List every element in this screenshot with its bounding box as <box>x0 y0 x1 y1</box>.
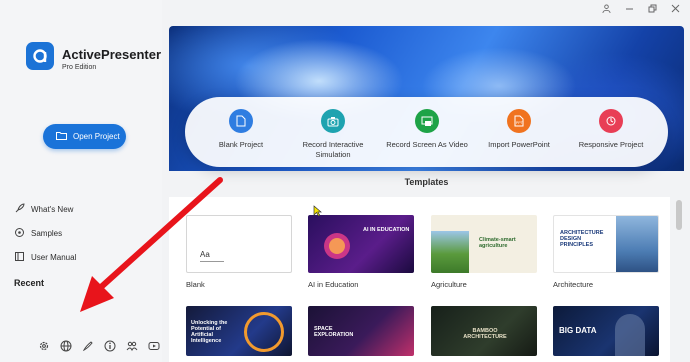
skyline-photo <box>616 216 658 272</box>
sidebar-item-samples[interactable]: Samples <box>14 227 62 240</box>
sidebar-item-user-manual[interactable]: User Manual <box>14 251 76 264</box>
screen-record-icon <box>415 109 439 133</box>
action-label: Record Screen As Video <box>386 140 468 149</box>
thumb-text: Aa <box>200 250 210 259</box>
open-project-label: Open Project <box>73 132 120 141</box>
blank-project-button[interactable]: Blank Project <box>195 109 287 150</box>
template-card-agriculture[interactable]: Climate-smart agriculture <box>431 215 537 273</box>
template-card-architecture[interactable]: ARCHITECTURE DESIGN PRINCIPLES <box>553 215 659 273</box>
template-label: AI in Education <box>308 280 359 289</box>
responsive-icon <box>599 109 623 133</box>
open-project-button[interactable]: Open Project <box>43 124 126 149</box>
action-label: Import PowerPoint <box>488 140 550 149</box>
account-icon[interactable] <box>601 3 611 13</box>
samples-icon <box>14 227 25 240</box>
folder-icon <box>56 131 67 142</box>
app-edition: Pro Edition <box>62 64 97 71</box>
sidebar: ActivePresenter Pro Edition Open Project… <box>0 0 162 362</box>
thumb-text: BAMBOO ARCHITECTURE <box>463 328 507 340</box>
thumb-text: ARCHITECTURE DESIGN PRINCIPLES <box>560 230 604 248</box>
action-label: Responsive Project <box>578 140 644 149</box>
quick-actions-panel: Blank Project Record Interactive Simulat… <box>185 97 668 167</box>
globe-icon[interactable] <box>59 339 72 352</box>
orange-ring <box>244 312 284 352</box>
action-label: Record Interactive Simulation <box>302 140 364 159</box>
sidebar-item-label: What's New <box>31 205 74 214</box>
template-card-blank[interactable]: Aa <box>186 215 292 273</box>
responsive-project-button[interactable]: Responsive Project <box>565 109 657 150</box>
close-icon[interactable] <box>670 3 680 13</box>
window-controls <box>601 3 680 13</box>
thumb-line <box>200 261 224 262</box>
sidebar-item-label: User Manual <box>31 253 77 262</box>
record-video-button[interactable]: Record Screen As Video <box>381 109 473 150</box>
template-label: Blank <box>186 280 205 289</box>
camera-icon <box>321 109 345 133</box>
import-powerpoint-button[interactable]: PPT Import PowerPoint <box>473 109 565 150</box>
templates-scrollbar[interactable] <box>676 200 682 230</box>
thumb-text: SPACE EXPLORATION <box>314 326 354 338</box>
record-simulation-button[interactable]: Record Interactive Simulation <box>287 109 379 160</box>
svg-text:PPT: PPT <box>516 121 524 125</box>
gear-icon[interactable] <box>37 339 50 352</box>
youtube-icon[interactable] <box>147 339 160 352</box>
template-card-ai-potential[interactable]: Unlocking the Potential of Artificial In… <box>186 306 292 356</box>
thumb-text: BIG DATA <box>559 326 597 335</box>
blank-document-icon <box>229 109 253 133</box>
footer-icon-bar <box>37 339 160 352</box>
template-label: Agriculture <box>431 280 467 289</box>
template-card-big-data[interactable]: BIG DATA <box>553 306 659 356</box>
app-logo <box>26 42 54 70</box>
templates-heading: Templates <box>404 177 449 187</box>
recent-heading: Recent <box>14 278 45 288</box>
thumb-text: Unlocking the Potential of Artificial In… <box>191 320 228 344</box>
theme-icon[interactable] <box>81 339 94 352</box>
thumb-text: AI IN EDUCATION <box>363 227 410 233</box>
sidebar-item-whats-new[interactable]: What's New <box>14 203 73 216</box>
template-label: Architecture <box>553 280 594 289</box>
sidebar-item-label: Samples <box>31 229 63 238</box>
farm-photo <box>431 231 469 273</box>
restore-icon[interactable] <box>647 3 657 13</box>
book-icon <box>14 251 25 264</box>
template-card-ai-education[interactable]: AI IN EDUCATION <box>308 215 414 273</box>
template-card-space-exploration[interactable]: SPACE EXPLORATION <box>308 306 414 356</box>
template-card-bamboo-architecture[interactable]: BAMBOO ARCHITECTURE <box>431 306 537 356</box>
minimize-icon[interactable] <box>624 3 634 13</box>
community-icon[interactable] <box>125 339 138 352</box>
person-photo <box>615 314 645 356</box>
brain-illustration <box>324 233 350 259</box>
thumb-text: Climate-smart agriculture <box>479 237 516 249</box>
rocket-icon <box>14 203 25 216</box>
app-name: ActivePresenter <box>62 47 161 62</box>
ppt-file-icon: PPT <box>507 109 531 133</box>
action-label: Blank Project <box>218 140 264 149</box>
mouse-cursor-icon <box>313 205 322 217</box>
info-icon[interactable] <box>103 339 116 352</box>
